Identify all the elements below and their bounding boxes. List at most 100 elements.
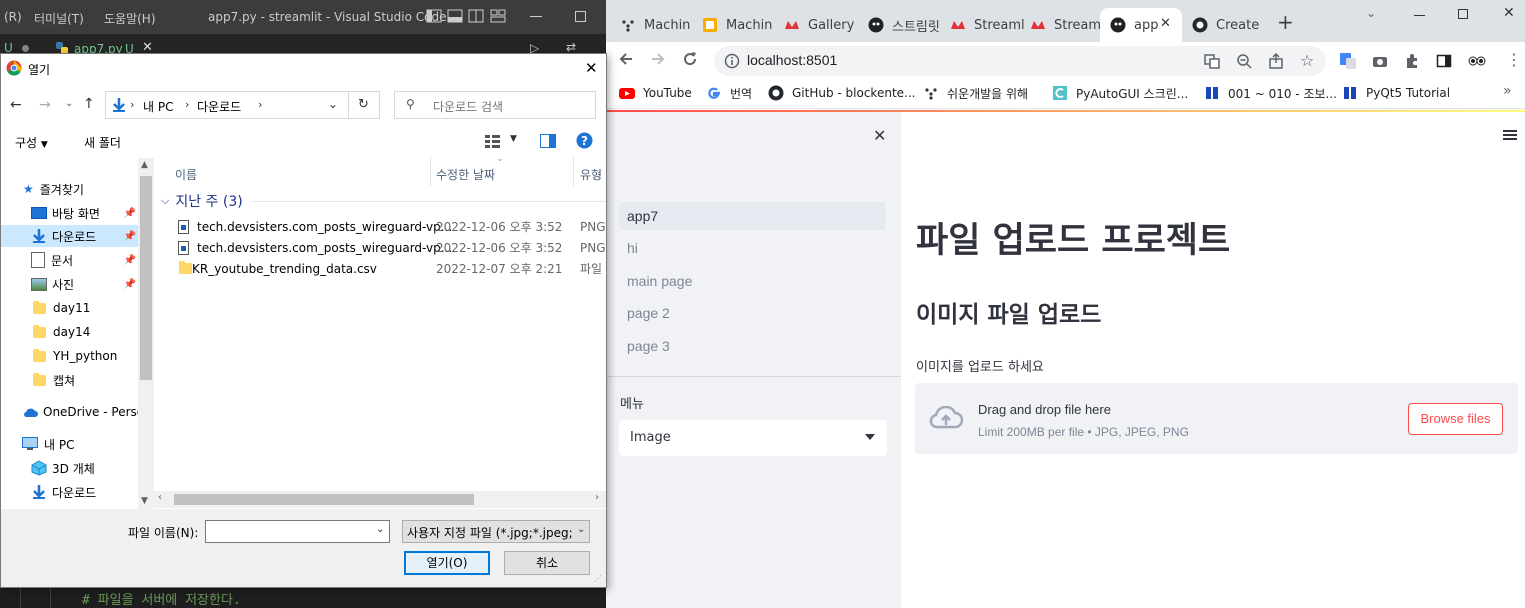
chevron-down-icon[interactable]: ▼ [510, 134, 517, 144]
hamburger-menu-icon[interactable] [1503, 129, 1517, 141]
chrome-tab[interactable]: 스트림릿 [858, 8, 940, 42]
file-type-filter[interactable]: 사용자 지정 파일 (*.jpg;*.jpeg;* ⌄ [402, 520, 590, 543]
menu-select[interactable]: Image [619, 420, 887, 456]
chrome-tab[interactable]: Create [1182, 8, 1264, 42]
file-uploader-dropzone[interactable]: Drag and drop file here Limit 200MB per … [915, 383, 1518, 454]
nav-item-folder[interactable]: 캡쳐 [1, 369, 138, 391]
browse-files-button[interactable]: Browse files [1408, 403, 1503, 435]
new-folder-button[interactable]: 새 폴더 [84, 134, 121, 151]
address-bar[interactable]: localhost:8501 ☆ [714, 46, 1326, 76]
side-panel-icon[interactable] [1436, 53, 1452, 69]
chrome-tab[interactable]: Machin [692, 8, 774, 42]
nav-item-onedrive[interactable]: OneDrive - Perso [1, 401, 144, 423]
chrome-tab[interactable]: Machin [610, 8, 692, 42]
maximize-icon[interactable] [1458, 9, 1468, 19]
chrome-tab[interactable]: Stream [1020, 8, 1101, 42]
chrome-tab[interactable]: Streaml [940, 8, 1025, 42]
nav-item-desktop[interactable]: 바탕 화면 📌 [1, 202, 138, 224]
vscode-menu-run[interactable]: (R) [4, 10, 22, 24]
column-header-name[interactable]: 이름 [175, 166, 197, 183]
breadcrumb-item-downloads[interactable]: 다운로드 [197, 98, 241, 115]
reload-icon[interactable] [682, 51, 698, 67]
split-layout-icon[interactable] [468, 9, 484, 23]
file-group-header[interactable]: ⌵ 지난 주 (3) [161, 191, 606, 211]
bookmark-item[interactable]: YouTube [619, 85, 692, 101]
nav-item-folder[interactable]: day14 [1, 321, 138, 343]
bookmark-item[interactable]: 번역 [706, 85, 752, 101]
back-icon[interactable] [618, 51, 634, 67]
chrome-menu-icon[interactable]: ⋮ [1506, 52, 1522, 68]
translate-extension-icon[interactable] [1340, 53, 1356, 69]
cancel-button[interactable]: 취소 [504, 551, 590, 575]
column-header-type[interactable]: 유형 [580, 166, 602, 183]
close-icon[interactable]: ✕ [585, 59, 598, 77]
recent-locations-icon[interactable]: ⌄ [65, 98, 73, 109]
scroll-up-icon[interactable]: ▲ [141, 160, 148, 170]
close-sidebar-icon[interactable]: ✕ [873, 126, 886, 145]
view-options-icon[interactable] [485, 134, 501, 148]
compare-icon[interactable]: ⇄ [566, 40, 576, 54]
nav-scrollbar[interactable]: ▲ ▼ [138, 158, 154, 510]
chrome-tab-active[interactable]: app ✕ [1100, 8, 1182, 42]
search-input[interactable]: ⚲ 다운로드 검색 [394, 91, 596, 119]
organize-button[interactable]: 구성 ▼ [15, 134, 48, 151]
bookmark-item[interactable]: GitHub - blockente... [768, 85, 915, 101]
breadcrumb-item-mypc[interactable]: 내 PC [143, 98, 173, 115]
translate-icon[interactable] [1204, 53, 1220, 69]
bookmark-item[interactable]: 쉬운개발을 위해 [923, 85, 1028, 101]
layout-icon[interactable] [426, 9, 442, 23]
preview-pane-icon[interactable] [540, 134, 556, 148]
forward-icon[interactable]: → [39, 97, 51, 113]
bookmarks-overflow-icon[interactable]: » [1503, 83, 1512, 99]
close-window-icon[interactable]: ✕ [1503, 5, 1515, 21]
open-button[interactable]: 열기(O) [404, 551, 490, 575]
info-icon[interactable] [724, 53, 740, 69]
maximize-icon[interactable] [575, 11, 586, 22]
column-header-date[interactable]: 수정한 날짜 [436, 166, 495, 183]
bookmark-item[interactable]: PyQt5 Tutorial [1342, 85, 1450, 101]
nav-scrollbar-thumb[interactable] [140, 176, 152, 380]
nav-item-downloads[interactable]: 다운로드 📌 [1, 225, 138, 247]
filename-input[interactable]: ⌄ [205, 520, 390, 543]
nav-item-quick-access[interactable]: ★ 즐겨찾기 [1, 178, 138, 200]
minimize-icon[interactable] [1414, 15, 1425, 16]
chevron-down-icon[interactable]: ⌄ [376, 524, 384, 535]
resize-grip-icon[interactable]: ⋰ [594, 574, 602, 583]
sidebar-page-3[interactable]: page 3 [619, 332, 886, 360]
tab-search-icon[interactable]: ⌄ [1366, 6, 1376, 20]
scroll-down-icon[interactable]: ▼ [141, 496, 148, 506]
scroll-left-icon[interactable]: ‹ [158, 492, 162, 503]
profile-icon[interactable] [1468, 53, 1486, 69]
vscode-menu-help[interactable]: 도움말(H) [104, 10, 156, 27]
nav-item-folder[interactable]: day11 [1, 297, 138, 319]
vscode-menu-terminal[interactable]: 터미널(T) [34, 10, 84, 27]
share-icon[interactable] [1268, 53, 1284, 69]
back-icon[interactable]: ← [10, 97, 22, 113]
nav-item-documents[interactable]: 문서 📌 [1, 249, 138, 271]
file-list-hscrollbar[interactable]: ‹ › [154, 491, 606, 508]
url-text[interactable]: localhost:8501 [747, 52, 837, 68]
chrome-tab[interactable]: Gallery [774, 8, 858, 42]
panel-layout-icon[interactable] [447, 9, 463, 23]
nav-item-folder[interactable]: YH_python [1, 345, 138, 367]
help-icon[interactable]: ? [576, 132, 593, 149]
address-breadcrumb[interactable]: › 내 PC › 다운로드 › ⌄ [105, 91, 349, 119]
zoom-icon[interactable] [1236, 53, 1252, 69]
nav-item-thispc[interactable]: 내 PC [1, 433, 138, 455]
file-row[interactable]: tech.devsisters.com_posts_wireguard-vp..… [171, 216, 606, 237]
bookmark-item[interactable]: 001 ~ 010 - 조보... [1204, 85, 1337, 101]
sidebar-page-app7[interactable]: app7 [619, 202, 886, 230]
refresh-button[interactable]: ↻ [349, 91, 380, 119]
close-tab-icon[interactable]: ✕ [1160, 16, 1171, 31]
sidebar-page-2[interactable]: page 2 [619, 299, 886, 327]
file-row[interactable]: KR_youtube_trending_data.csv 2022-12-07 … [171, 258, 606, 279]
new-tab-icon[interactable]: + [1277, 12, 1294, 32]
scroll-right-icon[interactable]: › [595, 492, 599, 503]
nav-item-downloads-pc[interactable]: 다운로드 [1, 481, 138, 503]
hscrollbar-thumb[interactable] [174, 494, 474, 505]
nav-item-pictures[interactable]: 사진 📌 [1, 273, 138, 295]
sidebar-page-main[interactable]: main page [619, 267, 886, 295]
customize-layout-icon[interactable] [490, 9, 506, 23]
extensions-icon[interactable] [1404, 53, 1420, 69]
up-icon[interactable]: ↑ [83, 96, 95, 112]
